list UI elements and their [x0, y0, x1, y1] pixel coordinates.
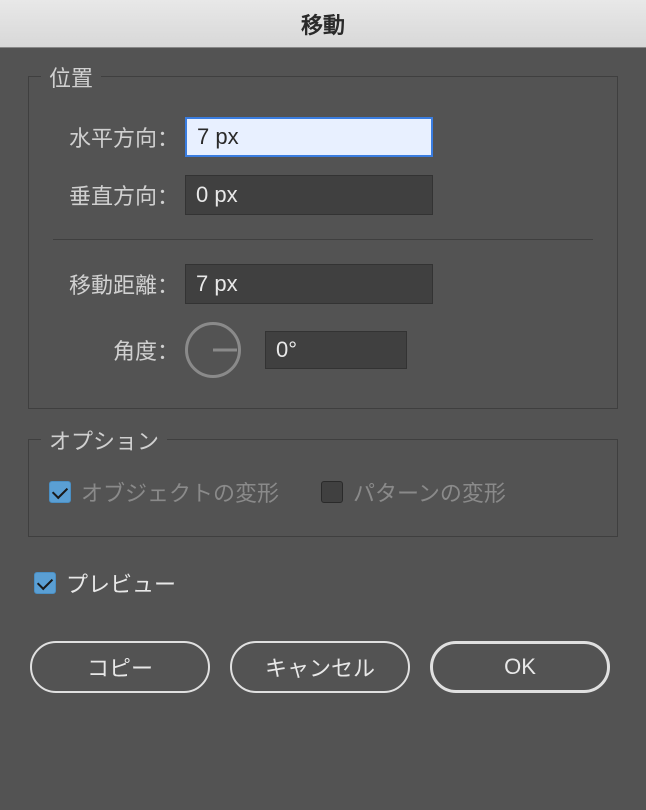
transform-objects-label: オブジェクトの変形: [81, 476, 279, 508]
position-fieldset: 位置 水平方向： 垂直方向： 移動距離： 角度：: [28, 76, 618, 409]
angle-row: 角度：: [53, 322, 593, 378]
options-legend: オプション: [41, 424, 167, 456]
vertical-label: 垂直方向：: [53, 179, 185, 211]
divider: [53, 239, 593, 240]
dialog-content: 位置 水平方向： 垂直方向： 移動距離： 角度： オプション: [0, 48, 646, 713]
angle-label: 角度：: [53, 334, 185, 366]
preview-label: プレビュー: [66, 567, 176, 599]
vertical-row: 垂直方向：: [53, 175, 593, 215]
distance-input[interactable]: [185, 264, 433, 304]
options-fieldset: オプション オブジェクトの変形 パターンの変形: [28, 439, 618, 537]
angle-input[interactable]: [265, 331, 407, 369]
copy-button[interactable]: コピー: [30, 641, 210, 693]
ok-button[interactable]: OK: [430, 641, 610, 693]
cancel-button[interactable]: キャンセル: [230, 641, 410, 693]
position-legend: 位置: [41, 61, 101, 93]
horizontal-input[interactable]: [185, 117, 433, 157]
horizontal-label: 水平方向：: [53, 121, 185, 153]
angle-dial[interactable]: [185, 322, 241, 378]
horizontal-row: 水平方向：: [53, 117, 593, 157]
transform-objects-checkbox[interactable]: [49, 481, 71, 503]
options-checkbox-row: オブジェクトの変形 パターンの変形: [49, 476, 597, 508]
preview-row: プレビュー: [28, 567, 618, 599]
distance-row: 移動距離：: [53, 264, 593, 304]
angle-indicator-icon: [213, 349, 237, 352]
vertical-input[interactable]: [185, 175, 433, 215]
transform-patterns-checkbox[interactable]: [321, 481, 343, 503]
dialog-titlebar: 移動: [0, 0, 646, 48]
transform-objects-item: オブジェクトの変形: [49, 476, 279, 508]
preview-checkbox[interactable]: [34, 572, 56, 594]
dialog-title: 移動: [301, 8, 345, 40]
distance-label: 移動距離：: [53, 268, 185, 300]
transform-patterns-item: パターンの変形: [321, 476, 506, 508]
button-row: コピー キャンセル OK: [28, 641, 618, 693]
transform-patterns-label: パターンの変形: [353, 476, 506, 508]
